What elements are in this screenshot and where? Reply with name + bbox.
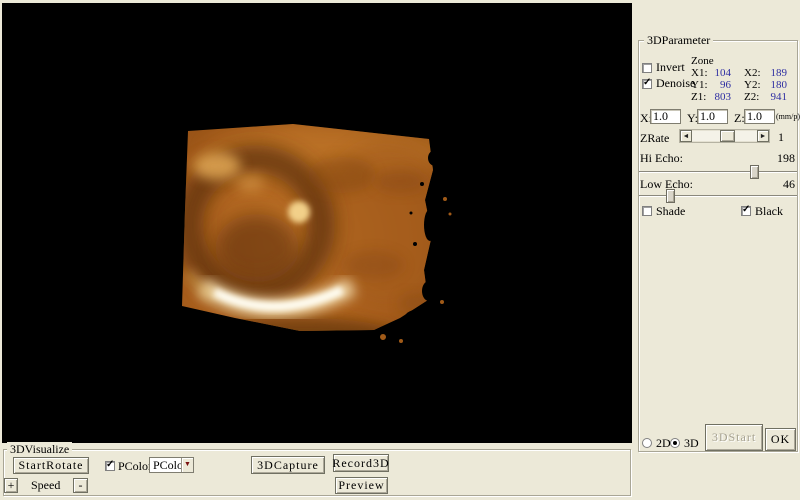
parameter-group-title: 3DParameter	[644, 33, 713, 48]
zone-title: Zone	[691, 55, 714, 67]
chevron-down-icon[interactable]: ▼	[181, 458, 193, 472]
render-viewport[interactable]	[2, 3, 632, 443]
pcolor-label: PColor	[118, 459, 152, 474]
radio-2d[interactable]	[642, 438, 652, 448]
check-icon: ✓	[106, 459, 114, 470]
radio-3d-label: 3D	[684, 436, 699, 451]
check-icon: ✓	[643, 77, 651, 88]
3dcapture-button[interactable]: 3DCapture	[251, 456, 325, 474]
visualize-groupbox: 3DVisualize StartRotate + Speed - ✓ PCol…	[3, 449, 631, 496]
ok-button[interactable]: OK	[765, 428, 796, 451]
zone-x2-value: 189	[757, 67, 787, 79]
pcolor-checkbox[interactable]: ✓	[105, 461, 115, 471]
invert-checkbox[interactable]	[642, 63, 652, 73]
zone-z2-value: 941	[757, 91, 787, 103]
scale-unit-label: (mm/p)	[776, 112, 800, 121]
zrate-label: ZRate	[640, 131, 669, 146]
low-echo-slider-track[interactable]	[639, 195, 797, 197]
invert-label: Invert	[656, 60, 685, 75]
3dstart-button[interactable]: 3DStart	[705, 424, 763, 451]
zrate-scrollbar[interactable]: ◄ ►	[679, 129, 770, 143]
low-echo-slider-thumb[interactable]	[666, 189, 675, 203]
zone-x1-value: 104	[701, 67, 731, 79]
shade-label: Shade	[656, 204, 685, 219]
ultrasound-volume[interactable]	[2, 3, 632, 443]
radio-dot-icon	[673, 441, 677, 445]
zone-z1-value: 803	[701, 91, 731, 103]
hi-echo-value: 198	[757, 151, 795, 166]
pcolor-dropdown[interactable]: PColor ▼	[149, 457, 194, 473]
zrate-value: 1	[778, 130, 784, 145]
parameter-groupbox: 3DParameter Invert ✓ Denoise Zone X1: 10…	[638, 40, 798, 452]
zrate-scroll-thumb[interactable]	[720, 130, 735, 142]
zone-y2-value: 180	[757, 79, 787, 91]
radio-3d[interactable]	[670, 438, 680, 448]
speed-minus-button[interactable]: -	[73, 478, 88, 493]
parameter-panel: 3DParameter Invert ✓ Denoise Zone X1: 10…	[633, 0, 800, 500]
z-scale-field[interactable]	[744, 109, 775, 124]
black-label: Black	[755, 204, 783, 219]
hi-echo-slider-track[interactable]	[639, 171, 797, 173]
zrate-scroll-left-icon[interactable]: ◄	[680, 130, 692, 142]
speed-label: Speed	[31, 478, 60, 493]
x-scale-field[interactable]	[650, 109, 681, 124]
low-echo-slider[interactable]	[639, 189, 797, 203]
hi-echo-label: Hi Echo:	[640, 151, 683, 166]
zrate-scroll-right-icon[interactable]: ►	[757, 130, 769, 142]
record3d-button[interactable]: Record3D	[333, 454, 389, 472]
check-icon: ✓	[742, 204, 750, 215]
radio-2d-label: 2D	[656, 436, 671, 451]
denoise-label: Denoise	[656, 76, 695, 91]
denoise-checkbox[interactable]: ✓	[642, 79, 652, 89]
start-rotate-button[interactable]: StartRotate	[13, 457, 89, 474]
visualize-group-title: 3DVisualize	[7, 442, 72, 457]
shade-checkbox[interactable]	[642, 206, 652, 216]
speed-plus-button[interactable]: +	[4, 478, 18, 493]
y-scale-field[interactable]	[697, 109, 728, 124]
app-window: 3DParameter Invert ✓ Denoise Zone X1: 10…	[0, 0, 800, 500]
preview-button[interactable]: Preview	[335, 477, 388, 494]
zone-y1-value: 96	[701, 79, 731, 91]
black-checkbox[interactable]: ✓	[741, 206, 751, 216]
